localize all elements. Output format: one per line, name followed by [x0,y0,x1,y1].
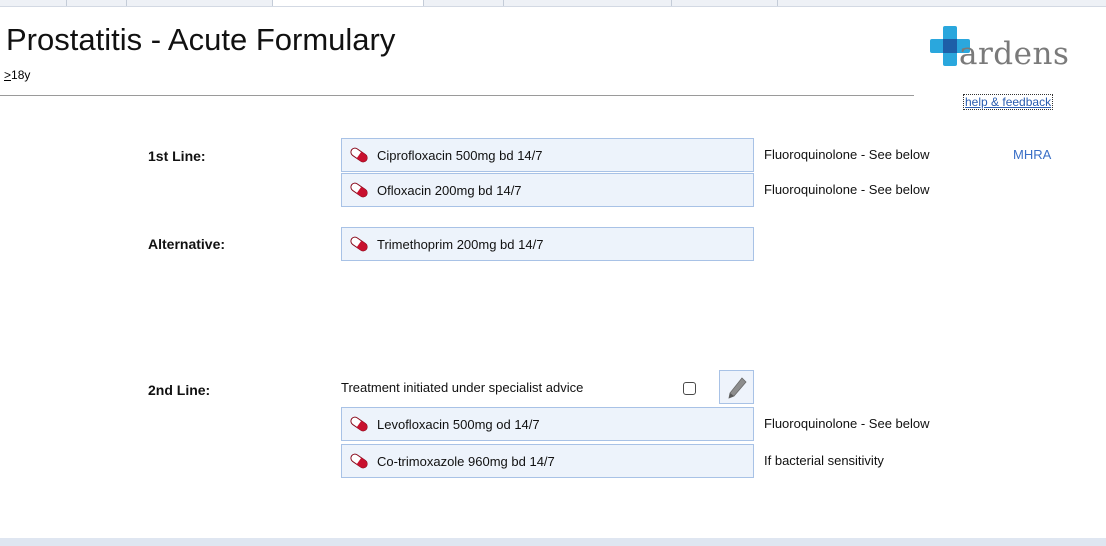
tab[interactable] [503,0,672,6]
pill-icon [350,147,368,163]
age-criteria: >18y [4,68,30,82]
drug-label: Co-trimoxazole 960mg bd 14/7 [377,454,555,469]
second-line-label: 2nd Line: [148,382,211,398]
alternative-label: Alternative: [148,236,226,252]
drug-label: Ofloxacin 200mg bd 14/7 [377,183,522,198]
pencil-icon [728,377,747,399]
tab[interactable] [0,0,67,6]
pill-icon [350,236,368,252]
drug-button-trimethoprim[interactable]: Trimethoprim 200mg bd 14/7 [341,227,754,261]
age-symbol: > [4,68,12,82]
help-feedback-link[interactable]: help & feedback [963,94,1054,110]
drug-label: Ciprofloxacin 500mg bd 14/7 [377,148,543,163]
tab[interactable] [66,0,127,6]
pill-icon [350,416,368,432]
drug-note: Fluoroquinolone - See below [764,416,930,431]
drug-button-co-trimoxazole[interactable]: Co-trimoxazole 960mg bd 14/7 [341,444,754,478]
edit-button[interactable] [719,370,754,404]
page-title: Prostatitis - Acute Formulary [6,22,396,57]
tab-active[interactable] [272,0,424,6]
mhra-link[interactable]: MHRA [1013,147,1051,162]
first-line-label: 1st Line: [148,148,206,164]
tab[interactable] [671,0,778,6]
tab-strip [0,0,1106,7]
drug-button-levofloxacin[interactable]: Levofloxacin 500mg od 14/7 [341,407,754,441]
drug-note: Fluoroquinolone - See below [764,182,930,197]
specialist-advice-label: Treatment initiated under specialist adv… [341,380,584,395]
drug-label: Trimethoprim 200mg bd 14/7 [377,237,544,252]
drug-label: Levofloxacin 500mg od 14/7 [377,417,540,432]
specialist-advice-checkbox[interactable] [683,382,696,395]
pill-icon [350,182,368,198]
tab[interactable] [423,0,504,6]
drug-note: Fluoroquinolone - See below [764,147,930,162]
drug-button-ciprofloxacin[interactable]: Ciprofloxacin 500mg bd 14/7 [341,138,754,172]
drug-note: If bacterial sensitivity [764,453,884,468]
pill-icon [350,453,368,469]
age-text: 18y [11,68,31,82]
drug-button-ofloxacin[interactable]: Ofloxacin 200mg bd 14/7 [341,173,754,207]
logo-text: ardens [959,36,1070,72]
header-divider [0,95,914,96]
bottom-bar [0,538,1106,546]
tab[interactable] [126,0,273,6]
ardens-logo: ardens [930,26,1090,76]
